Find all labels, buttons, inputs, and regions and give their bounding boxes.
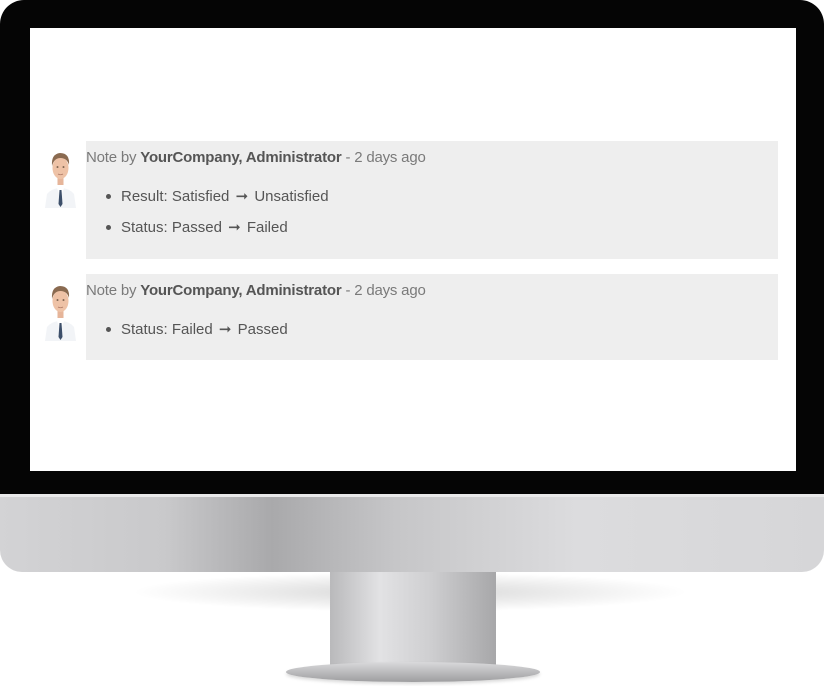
note-card: Note by YourCompany, Administrator - 2 d… bbox=[86, 274, 778, 360]
change-field: Result: bbox=[121, 188, 168, 205]
right-arrow-icon: ➞ bbox=[228, 219, 241, 236]
change-old-value: Failed bbox=[171, 321, 213, 338]
note-card: Note by YourCompany, Administrator - 2 d… bbox=[86, 141, 778, 259]
change-old-value: Satisfied bbox=[171, 188, 230, 205]
monitor-stand-neck bbox=[330, 572, 496, 666]
note-author-link[interactable]: YourCompany, Administrator bbox=[140, 149, 341, 166]
tracking-changes-list: Status: Failed ➞ Passed bbox=[106, 314, 288, 345]
note-timestamp: - 2 days ago bbox=[345, 282, 426, 299]
change-field: Status: bbox=[121, 321, 168, 338]
tracking-changes-list: Result: Satisfied ➞ Unsatisfied Status: … bbox=[106, 181, 329, 243]
user-avatar-icon[interactable] bbox=[44, 279, 77, 341]
change-old-value: Passed bbox=[171, 219, 222, 236]
change-new-value: Unsatisfied bbox=[254, 188, 329, 205]
monitor-bezel: Note by YourCompany, Administrator - 2 d… bbox=[0, 0, 824, 496]
change-new-value: Failed bbox=[246, 219, 288, 236]
monitor-stand-foot bbox=[286, 662, 540, 682]
user-avatar-icon[interactable] bbox=[44, 146, 77, 208]
note-prefix: Note by bbox=[86, 282, 137, 299]
note-meta: Note by YourCompany, Administrator - 2 d… bbox=[86, 282, 426, 299]
change-field: Status: bbox=[121, 219, 168, 236]
tracking-change-item: Result: Satisfied ➞ Unsatisfied bbox=[106, 181, 329, 212]
monitor-chin bbox=[0, 494, 824, 572]
tracking-change-item: Status: Failed ➞ Passed bbox=[106, 314, 288, 345]
screen: Note by YourCompany, Administrator - 2 d… bbox=[30, 28, 796, 471]
monitor-mockup: Note by YourCompany, Administrator - 2 d… bbox=[0, 0, 824, 686]
right-arrow-icon: ➞ bbox=[218, 321, 232, 338]
tracking-change-item: Status: Passed ➞ Failed bbox=[106, 212, 329, 243]
change-new-value: Passed bbox=[237, 321, 288, 338]
note-meta: Note by YourCompany, Administrator - 2 d… bbox=[86, 149, 426, 166]
right-arrow-icon: ➞ bbox=[235, 188, 249, 205]
note-timestamp: - 2 days ago bbox=[345, 149, 426, 166]
note-prefix: Note by bbox=[86, 149, 137, 166]
note-author-link[interactable]: YourCompany, Administrator bbox=[140, 282, 341, 299]
